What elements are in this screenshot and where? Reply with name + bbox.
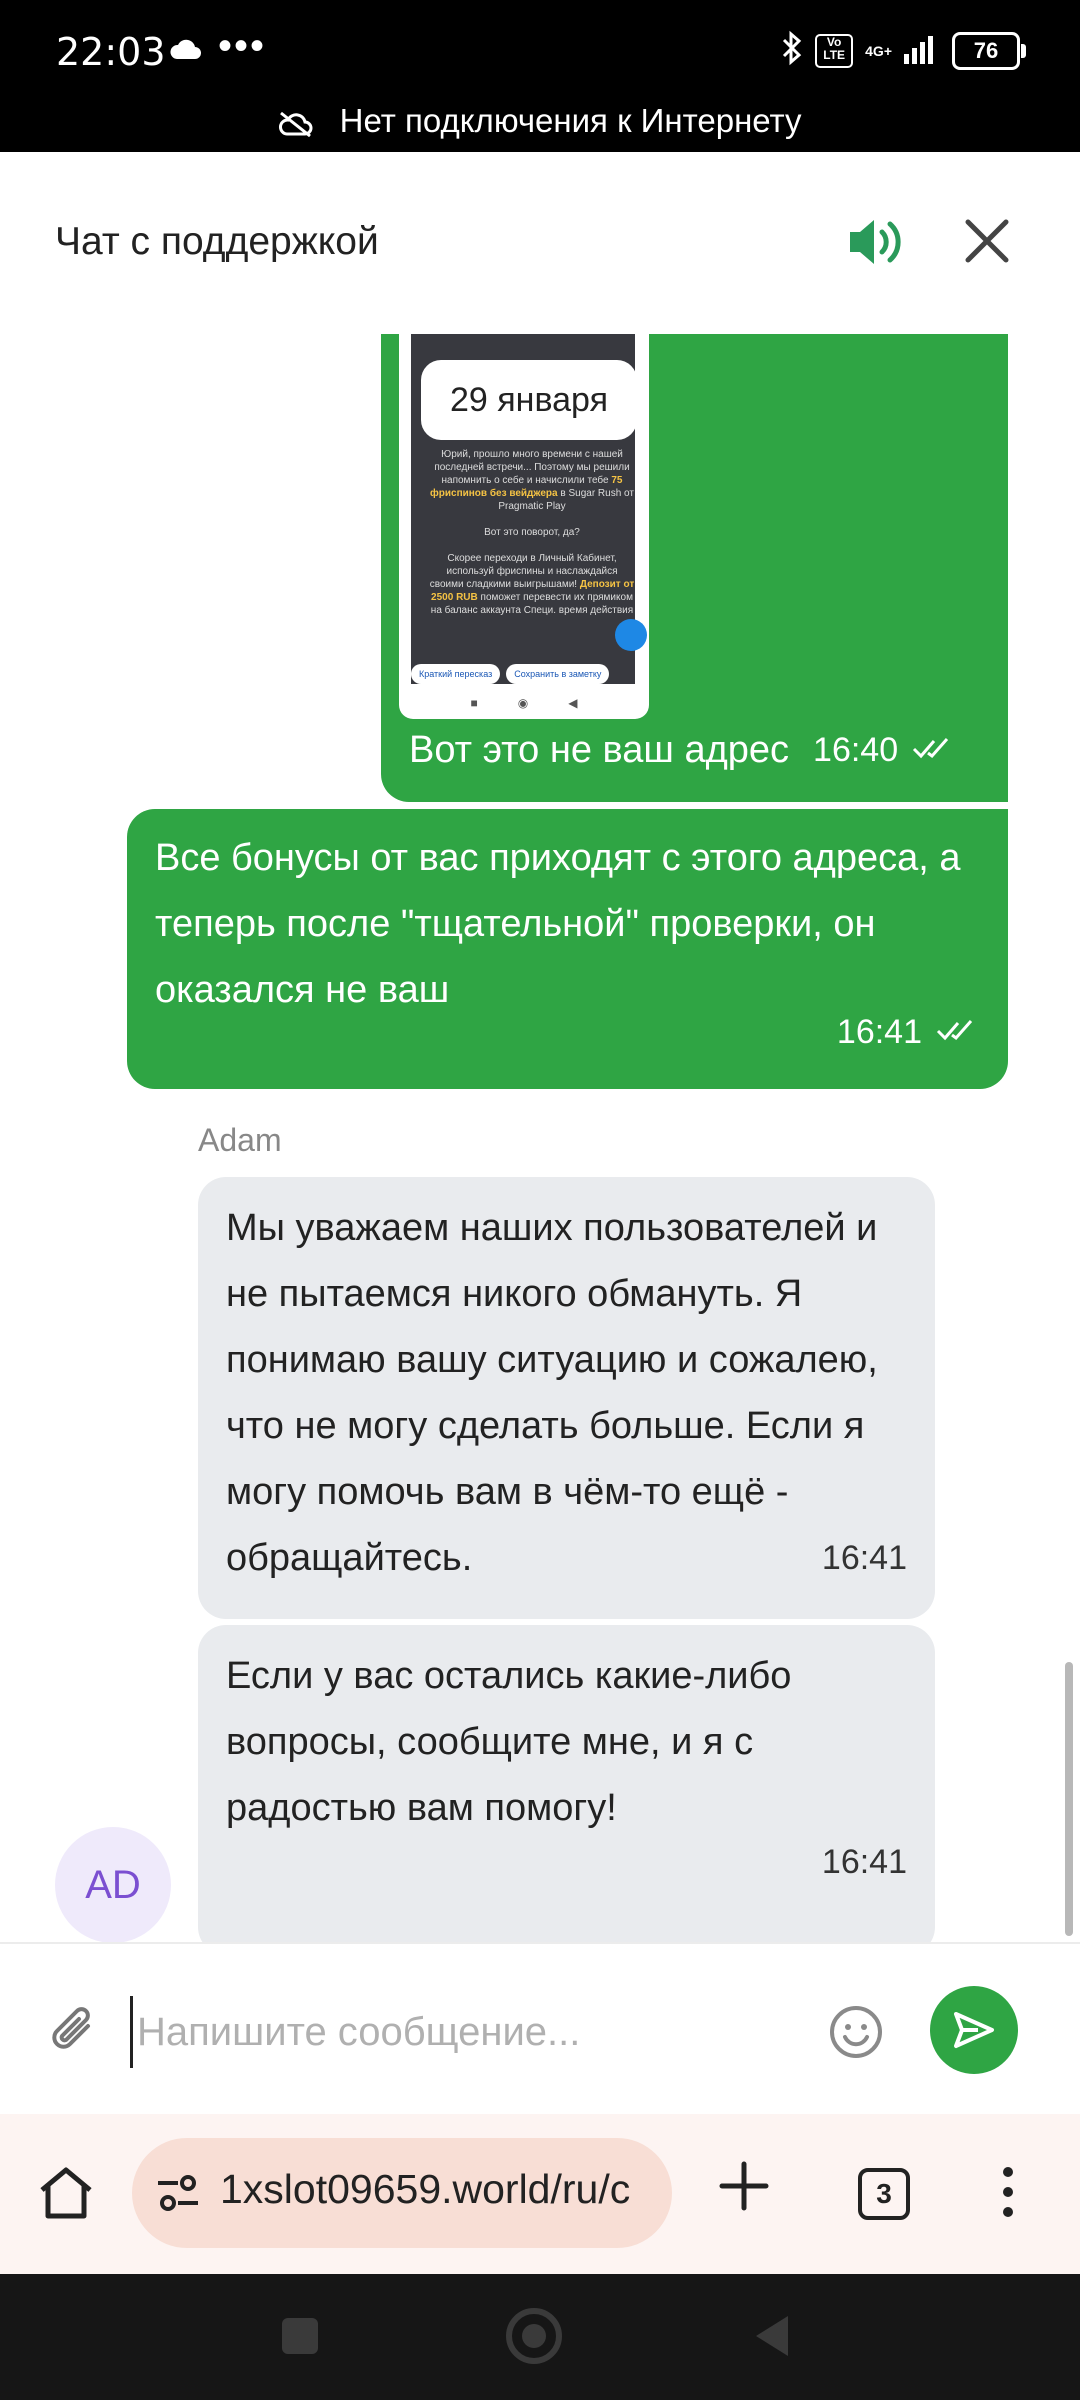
network-type: 4G+ — [865, 42, 892, 59]
status-bar: 22:03 ••• Vo LTE 4G+ 76 Нет подключения … — [0, 0, 1080, 152]
image-share-icon — [615, 619, 647, 651]
scrollbar[interactable] — [1065, 1662, 1073, 1936]
tab-count: 3 — [876, 2178, 892, 2209]
tabs-icon[interactable]: 3 — [858, 2168, 910, 2220]
cloud-icon — [168, 38, 202, 65]
sound-icon[interactable] — [846, 214, 906, 275]
back-icon[interactable] — [752, 2312, 792, 2365]
more-icon[interactable] — [1000, 2166, 1016, 2223]
url-text: 1xslot09659.world/ru/c — [220, 2166, 631, 2212]
chat-title: Чат с поддержкой — [55, 220, 379, 263]
system-nav-bar — [0, 2274, 1080, 2400]
send-icon — [954, 2012, 994, 2048]
image-chips: Краткий пересказ Сохранить в заметку — [411, 664, 647, 684]
send-button[interactable] — [930, 1986, 1018, 2074]
image-chip: Краткий пересказ — [411, 664, 501, 684]
incoming-message[interactable]: Если у вас остались какие-либо вопросы, … — [198, 1625, 935, 1942]
new-tab-icon[interactable] — [718, 2160, 770, 2217]
no-internet-icon — [278, 102, 339, 139]
battery-level: 76 — [973, 37, 999, 63]
home-icon[interactable] — [36, 2164, 96, 2225]
battery-icon: 76 — [952, 31, 1026, 70]
message-text: Все бонусы от вас приходят с этого адрес… — [155, 837, 961, 1011]
message-time: 16:41 — [821, 1539, 907, 1577]
sender-name: Adam — [198, 1122, 282, 1158]
message-time: 16:41 — [836, 1013, 922, 1051]
emoji-icon[interactable] — [828, 2004, 884, 2065]
volte-badge: Vo LTE — [815, 33, 854, 68]
close-icon[interactable] — [964, 218, 1010, 269]
bluetooth-icon — [781, 30, 803, 71]
message-list[interactable]: Юрий, прошло много времени с нашей после… — [0, 334, 1080, 1942]
offline-banner: Нет подключения к Интернету — [0, 102, 1080, 140]
notification-dots: ••• — [218, 24, 267, 68]
address-bar[interactable]: 1xslot09659.world/ru/c — [132, 2138, 672, 2248]
site-settings-icon[interactable] — [156, 2174, 200, 2212]
read-ticks-icon — [912, 735, 956, 766]
paperclip-icon[interactable] — [48, 2004, 100, 2063]
message-text: Если у вас остались какие-либо вопросы, … — [226, 1655, 792, 1829]
image-text: Юрий, прошло много времени с нашей после… — [429, 449, 635, 616]
signal-icon — [904, 32, 940, 69]
image-date-label: 29 января — [421, 360, 637, 440]
message-time: 16:41 — [821, 1843, 907, 1881]
status-time: 22:03 — [56, 30, 166, 74]
avatar: AD — [55, 1827, 171, 1942]
incoming-message[interactable]: Мы уважаем наших пользователей и не пыта… — [198, 1177, 935, 1619]
outgoing-message[interactable]: Все бонусы от вас приходят с этого адрес… — [127, 809, 1008, 1089]
browser-toolbar: 1xslot09659.world/ru/c 3 — [0, 2114, 1080, 2274]
message-image[interactable]: Юрий, прошло много времени с нашей после… — [399, 334, 649, 719]
message-input-bar — [0, 1942, 1080, 2116]
message-time: 16:40 — [813, 730, 899, 769]
message-text: Вот это не ваш адрес — [409, 729, 790, 771]
recents-icon[interactable] — [282, 2318, 318, 2354]
home-circle-icon[interactable] — [506, 2308, 562, 2364]
message-input[interactable] — [130, 1996, 799, 2068]
message-text: Мы уважаем наших пользователей и не пыта… — [226, 1207, 878, 1579]
outgoing-message-image[interactable]: Юрий, прошло много времени с нашей после… — [381, 334, 1008, 802]
offline-text: Нет подключения к Интернету — [339, 102, 802, 139]
image-nav-bar: ■ ◉ ◀ — [470, 695, 578, 710]
image-chip: Сохранить в заметку — [506, 664, 610, 684]
chat-header: Чат с поддержкой — [0, 152, 1080, 336]
read-ticks-icon — [936, 1017, 980, 1048]
